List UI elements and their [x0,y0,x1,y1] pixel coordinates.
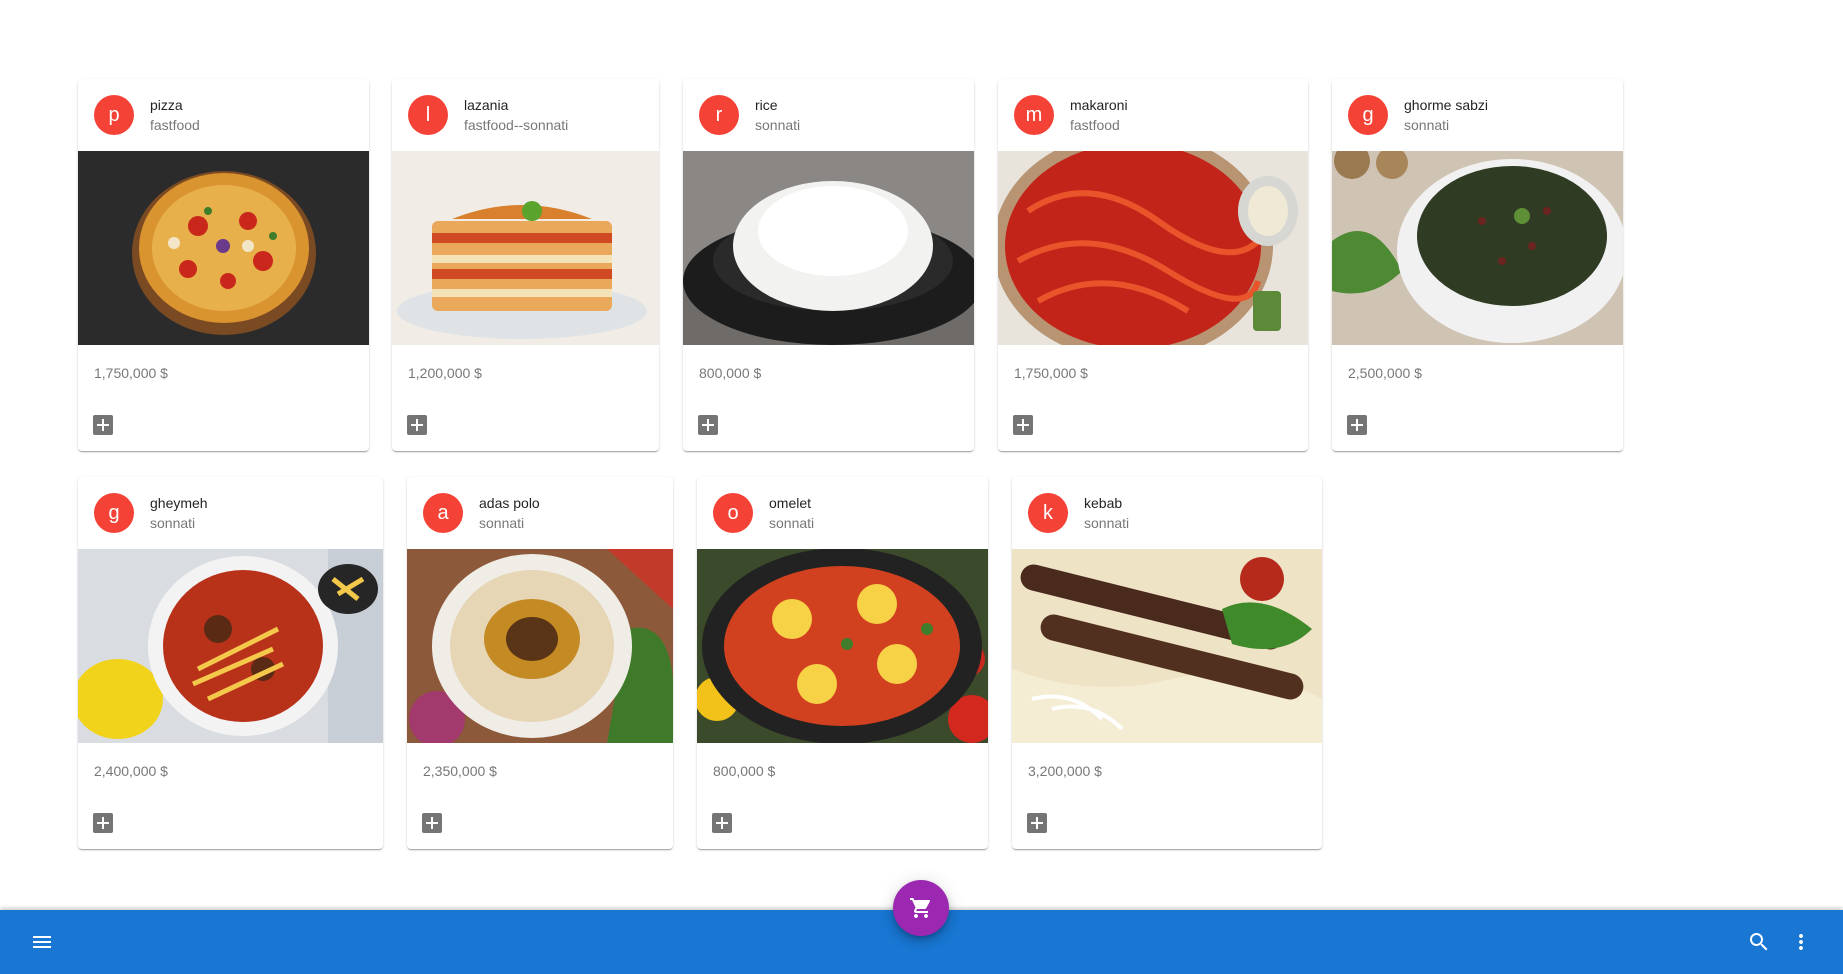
card-price: 1,750,000 $ [1014,365,1088,381]
card-title: lazania [464,97,509,113]
add-to-cart-button[interactable] [1027,813,1047,833]
card-price: 1,200,000 $ [408,365,482,381]
avatar: r [699,95,739,135]
food-image [1012,549,1322,743]
card-subheader: sonnati [769,515,815,531]
avatar: m [1014,95,1054,135]
avatar: l [408,95,448,135]
add-to-cart-button[interactable] [407,415,427,435]
card-subheader: fastfood--sonnati [464,117,569,133]
card-subheader: sonnati [755,117,801,133]
card-subheader: fastfood [150,117,200,133]
food-card: l lazania fastfood--sonnati 1,200,000 $ [392,79,659,451]
card-title: rice [755,97,778,113]
card-subheader: sonnati [150,515,196,531]
food-card: k kebab sonnati 3,200,000 $ [1012,477,1322,849]
more-vert-icon[interactable] [1789,930,1813,954]
food-image [392,151,659,345]
card-subheader: sonnati [479,515,525,531]
add-to-cart-button[interactable] [422,813,442,833]
card-header: o omelet sonnati [697,477,988,549]
card-title: gheymeh [150,495,208,511]
card-title: adas polo [479,495,540,511]
food-image [697,549,988,743]
search-icon[interactable] [1747,930,1771,954]
food-card: m makaroni fastfood 1,750,000 $ [998,79,1308,451]
add-to-cart-button[interactable] [712,813,732,833]
food-card: a adas polo sonnati 2,350,000 $ [407,477,673,849]
avatar: a [423,493,463,533]
card-header: a adas polo sonnati [407,477,673,549]
add-to-cart-button[interactable] [93,415,113,435]
add-to-cart-button[interactable] [93,813,113,833]
food-image [998,151,1308,345]
food-card: g ghorme sabzi sonnati 2,500,000 $ [1332,79,1623,451]
cart-fab-button[interactable] [893,880,949,936]
avatar: g [94,493,134,533]
card-header: g ghorme sabzi sonnati [1332,79,1623,151]
add-to-cart-button[interactable] [698,415,718,435]
card-price: 800,000 $ [713,763,776,779]
card-subheader: sonnati [1404,117,1450,133]
card-price: 2,500,000 $ [1348,365,1422,381]
cart-icon [910,898,931,918]
card-header: p pizza fastfood [78,79,369,151]
card-header: r rice sonnati [683,79,974,151]
avatar: k [1028,493,1068,533]
card-header: g gheymeh sonnati [78,477,383,549]
card-title: makaroni [1070,97,1128,113]
card-header: m makaroni fastfood [998,79,1308,151]
card-header: l lazania fastfood--sonnati [392,79,659,151]
food-card-grid: p pizza fastfood 1,750,000 $ l lazania f… [0,0,1843,880]
card-price: 2,350,000 $ [423,763,497,779]
food-image [78,151,369,345]
card-price: 800,000 $ [699,365,762,381]
card-title: pizza [150,97,183,113]
food-image [1332,151,1623,345]
food-card: p pizza fastfood 1,750,000 $ [78,79,369,451]
avatar: p [94,95,134,135]
food-image [683,151,974,345]
food-card: r rice sonnati 800,000 $ [683,79,974,451]
card-price: 1,750,000 $ [94,365,168,381]
card-subheader: sonnati [1084,515,1130,531]
card-price: 2,400,000 $ [94,763,168,779]
add-to-cart-button[interactable] [1013,415,1033,435]
food-image [78,549,383,743]
food-card: o omelet sonnati 800,000 $ [697,477,988,849]
card-title: omelet [769,495,812,511]
add-to-cart-button[interactable] [1347,415,1367,435]
food-card: g gheymeh sonnati 2,400,000 $ [78,477,383,849]
menu-icon[interactable] [30,930,54,954]
card-subheader: fastfood [1070,117,1120,133]
card-header: k kebab sonnati [1012,477,1322,549]
card-price: 3,200,000 $ [1028,763,1102,779]
card-title: ghorme sabzi [1404,97,1489,113]
card-title: kebab [1084,495,1123,511]
avatar: g [1348,95,1388,135]
avatar: o [713,493,753,533]
food-image [407,549,673,743]
